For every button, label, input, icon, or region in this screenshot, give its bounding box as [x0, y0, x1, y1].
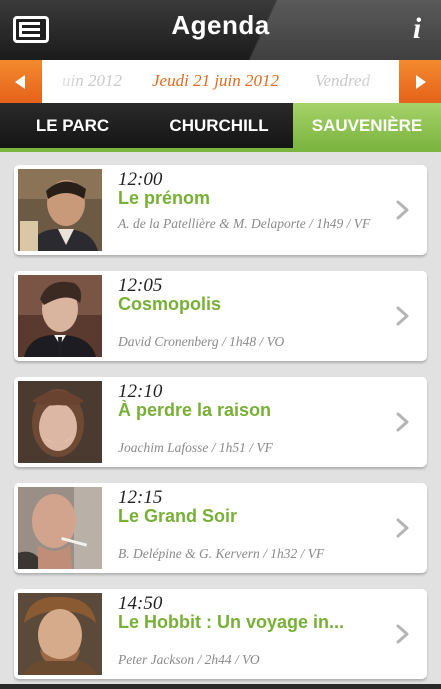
- chevron-right-icon: [396, 624, 409, 644]
- poster-thumbnail: [18, 381, 102, 463]
- movie-credits: B. Delépine & G. Kervern / 1h32 / VF: [118, 546, 325, 561]
- info-icon[interactable]: i: [407, 12, 427, 46]
- bottom-edge: [0, 684, 441, 689]
- cinema-tabs: LE PARC CHURCHILL SAUVENIÈRE: [0, 103, 441, 148]
- poster-thumbnail: [18, 169, 102, 251]
- tab-le-parc[interactable]: LE PARC: [0, 103, 145, 148]
- current-date: Jeudi 21 juin 2012: [152, 71, 280, 90]
- list-item[interactable]: 12:15 Le Grand Soir B. Delépine & G. Ker…: [14, 483, 427, 573]
- movie-credits: A. de la Patellière & M. Delaporte / 1h4…: [118, 216, 371, 231]
- movie-credits: Joachim Lafosse / 1h51 / VF: [118, 440, 273, 455]
- movie-title: Le prénom: [118, 188, 211, 208]
- poster-thumbnail: [18, 275, 102, 357]
- poster-thumbnail: [18, 593, 102, 675]
- previous-day-button[interactable]: [0, 60, 42, 103]
- chevron-right-icon: [396, 306, 409, 326]
- movie-title: Le Grand Soir: [118, 506, 238, 526]
- chevron-right-icon: [396, 518, 409, 538]
- arrow-right-icon: [416, 75, 426, 89]
- next-day-button[interactable]: [399, 60, 441, 103]
- tab-sauveniere[interactable]: SAUVENIÈRE: [293, 103, 441, 148]
- movie-credits: David Cronenberg / 1h48 / VO: [118, 334, 285, 349]
- list-item[interactable]: 12:00 Le prénom A. de la Patellière & M.…: [14, 165, 427, 255]
- poster-thumbnail: [18, 487, 102, 569]
- list-item[interactable]: 12:05 Cosmopolis David Cronenberg / 1h48…: [14, 271, 427, 361]
- arrow-left-icon: [15, 75, 25, 89]
- movie-credits: Peter Jackson / 2h44 / VO: [118, 652, 260, 667]
- movie-title: Le Hobbit : Un voyage in...: [118, 612, 345, 632]
- chevron-right-icon: [396, 200, 409, 220]
- screening-list[interactable]: 12:00 Le prénom A. de la Patellière & M.…: [0, 152, 441, 689]
- header-bar: Agenda i: [0, 0, 441, 60]
- movie-title: Cosmopolis: [118, 294, 222, 314]
- list-item[interactable]: 14:50 Le Hobbit : Un voyage in... Peter …: [14, 589, 427, 679]
- movie-title: À perdre la raison: [118, 400, 272, 420]
- list-item[interactable]: 12:10 À perdre la raison Joachim Lafosse…: [14, 377, 427, 467]
- date-navigator: uin 2012 Jeudi 21 juin 2012 Vendred: [0, 60, 441, 103]
- page-title: Agenda: [171, 10, 270, 40]
- chevron-right-icon: [396, 412, 409, 432]
- tab-churchill[interactable]: CHURCHILL: [145, 103, 293, 148]
